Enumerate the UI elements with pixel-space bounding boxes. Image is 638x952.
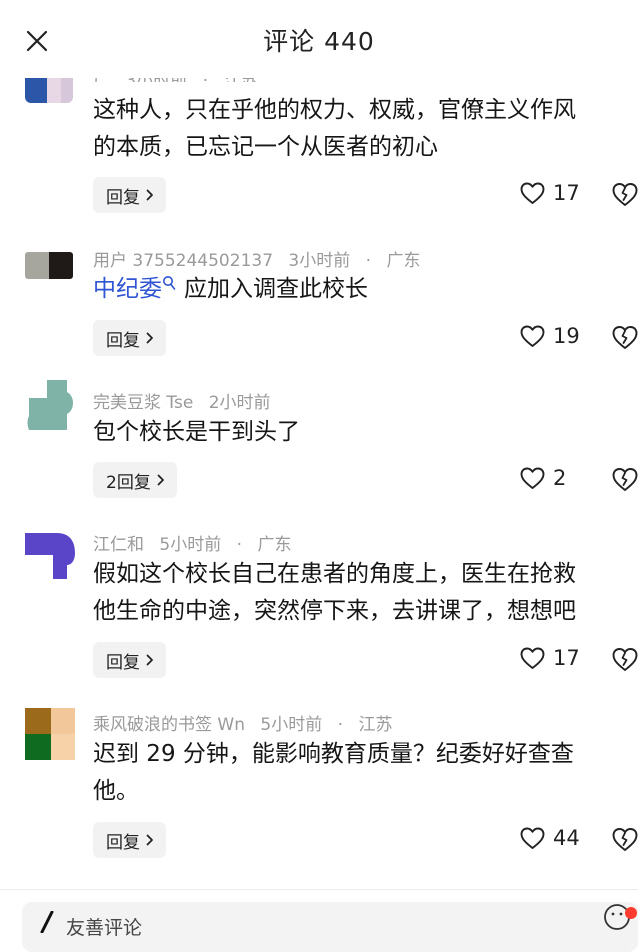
like-count: 44 <box>553 826 580 850</box>
comment-author: 完美豆浆 Tse <box>93 393 194 413</box>
comment-text-rest: 应加入调查此校长 <box>184 276 368 302</box>
like-button[interactable]: 17 <box>520 646 580 670</box>
heart-icon <box>520 647 545 669</box>
broken-heart-icon <box>612 183 638 206</box>
broken-heart-icon <box>612 326 638 349</box>
search-icon <box>163 276 176 290</box>
reply-label: 2回复 <box>106 472 151 493</box>
comment-location: 江苏 <box>358 715 393 735</box>
comment-time: 5小时前 <box>159 535 222 555</box>
header: 评论 440 <box>0 0 638 78</box>
reply-label: 回复 <box>106 187 140 208</box>
comment-author: 用户 3755244502137 <box>93 251 274 271</box>
reply-label: 回复 <box>106 330 140 351</box>
comment-text-line: 这种人，只在乎他的权力、权威，官僚主义作风 <box>93 97 576 123</box>
avatar[interactable] <box>25 252 73 279</box>
reply-button[interactable]: 回复 <box>93 822 166 858</box>
comment-text-line: 迟到 29 分钟，能影响教育质量？纪委好好查查 <box>93 741 574 767</box>
like-button[interactable]: 44 <box>520 826 580 850</box>
comment-input-bar: 友善评论 <box>0 890 638 952</box>
comment-text-line: 假如这个校长自己在患者的角度上，医生在抢救 <box>93 561 576 587</box>
comment-time: 3小时前 <box>288 251 351 271</box>
dislike-button[interactable] <box>612 467 638 493</box>
like-button[interactable]: 2 <box>520 466 566 490</box>
reply-label: 回复 <box>106 652 140 673</box>
heart-icon <box>520 467 545 489</box>
avatar[interactable] <box>25 380 75 430</box>
comment-meta: 乘风破浪的书签 Wn 5小时前 · 江苏 <box>93 715 393 735</box>
reply-button[interactable]: 2回复 <box>93 462 177 498</box>
comment-location: 广东 <box>257 535 292 555</box>
like-button[interactable]: 19 <box>520 324 580 348</box>
comment-text: 这种人，只在乎他的权力、权威，官僚主义作风 的本质，已忘记一个从医者的初心 <box>93 92 633 166</box>
comment-text-line: 他。 <box>93 778 139 804</box>
broken-heart-icon <box>612 468 638 491</box>
comment-time: 5小时前 <box>260 715 323 735</box>
comment-author: 江仁和 <box>93 535 144 555</box>
reply-button[interactable]: 回复 <box>93 642 166 678</box>
comment-input-placeholder: 友善评论 <box>66 917 143 939</box>
chevron-right-icon <box>157 474 164 486</box>
reply-label: 回复 <box>106 832 140 853</box>
notification-dot <box>625 907 637 919</box>
comment-text: 假如这个校长自己在患者的角度上，医生在抢救 他生命的中途，突然停下来，去讲课了，… <box>93 556 633 630</box>
dislike-button[interactable] <box>612 827 638 853</box>
heart-icon <box>520 182 545 204</box>
like-count: 2 <box>553 466 567 490</box>
chevron-right-icon <box>146 332 153 344</box>
comment-meta: 江仁和 5小时前 · 广东 <box>93 535 292 555</box>
like-button[interactable]: 17 <box>520 181 580 205</box>
chevron-right-icon <box>146 834 153 846</box>
reply-button[interactable]: 回复 <box>93 177 166 213</box>
broken-heart-icon <box>612 828 638 851</box>
comment-text-line: 包个校长是干到头了 <box>93 419 300 445</box>
keyword-link[interactable]: 中纪委 <box>93 276 162 302</box>
comment-text: 中纪委 应加入调查此校长 <box>93 271 633 308</box>
like-count: 17 <box>553 181 580 205</box>
comment-author: 乘风破浪的书签 Wn <box>93 715 245 735</box>
dislike-button[interactable] <box>612 647 638 673</box>
comment-text: 迟到 29 分钟，能影响教育质量？纪委好好查查 他。 <box>93 736 633 810</box>
comment-meta: 用户 3755244502137 3小时前 · 广东 <box>93 251 421 271</box>
like-count: 19 <box>553 324 580 348</box>
comment-text-line: 的本质，已忘记一个从医者的初心 <box>93 134 438 160</box>
heart-icon <box>520 325 545 347</box>
like-count: 17 <box>553 646 580 670</box>
dislike-button[interactable] <box>612 182 638 208</box>
chevron-right-icon <box>146 189 153 201</box>
avatar[interactable] <box>25 531 75 581</box>
comment-meta: 完美豆浆 Tse 2小时前 <box>93 388 281 413</box>
comment-location: 广东 <box>386 251 421 271</box>
comment-time: 2小时前 <box>208 393 271 413</box>
pen-icon <box>40 911 54 933</box>
comment-text: 包个校长是干到头了 <box>93 414 633 451</box>
reply-button[interactable]: 回复 <box>93 320 166 356</box>
comment-text-line: 他生命的中途，突然停下来，去讲课了，想想吧 <box>93 598 576 624</box>
avatar[interactable] <box>25 708 75 760</box>
heart-icon <box>520 827 545 849</box>
chevron-right-icon <box>146 654 153 666</box>
page-title: 评论 440 <box>263 27 375 56</box>
broken-heart-icon <box>612 648 638 671</box>
dislike-button[interactable] <box>612 325 638 351</box>
